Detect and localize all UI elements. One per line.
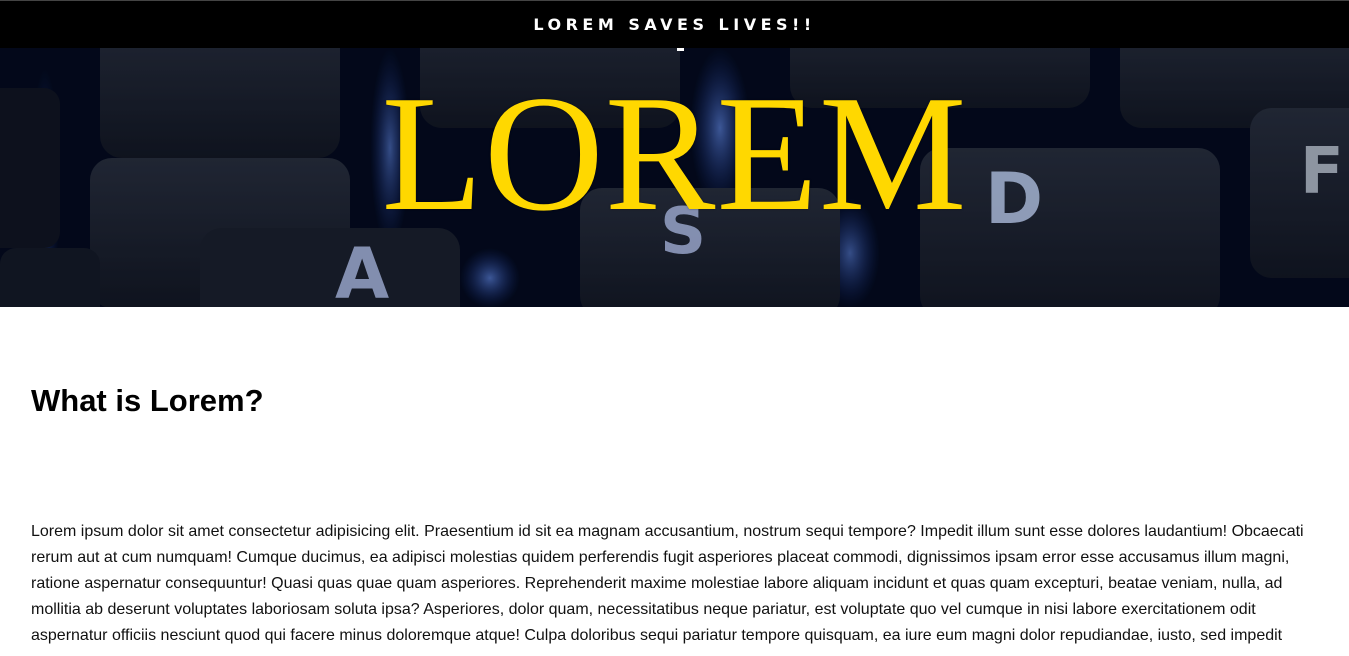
banner-title: LOREM SAVES LIVES!! [533, 15, 816, 34]
top-banner: LOREM SAVES LIVES!! [0, 0, 1349, 48]
hero-banner: A S D F LOREM [0, 48, 1349, 307]
section-paragraph: Lorem ipsum dolor sit amet consectetur a… [31, 523, 1304, 644]
hero-tick-mark [677, 48, 684, 51]
hero-title: LOREM [381, 61, 968, 245]
section-heading: What is Lorem? [31, 383, 264, 418]
